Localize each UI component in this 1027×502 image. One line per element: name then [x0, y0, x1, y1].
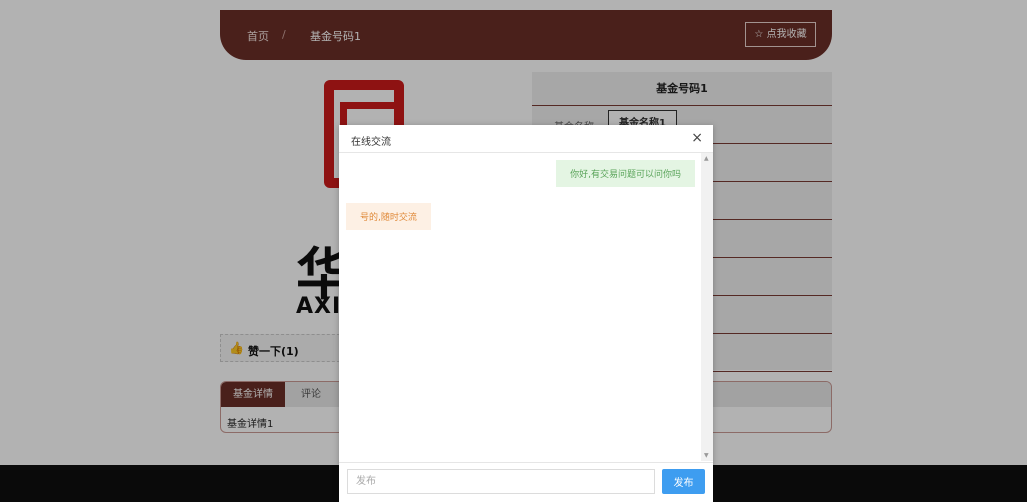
chat-input-bar: 发布 — [339, 462, 713, 502]
chat-message-area: 你好,有交易问题可以问你吗 号的,随时交流 — [339, 153, 701, 461]
chat-dialog: 在线交流 × 你好,有交易问题可以问你吗 号的,随时交流 ▲ ▼ 发布 — [339, 125, 713, 502]
scroll-down-arrow-icon[interactable]: ▼ — [704, 452, 709, 459]
chat-message-received: 号的,随时交流 — [346, 203, 431, 230]
chat-input[interactable] — [347, 469, 655, 494]
close-icon[interactable]: × — [691, 130, 703, 146]
chat-dialog-header: 在线交流 × — [339, 125, 713, 153]
send-button[interactable]: 发布 — [662, 469, 705, 494]
chat-dialog-title: 在线交流 — [351, 137, 391, 148]
chat-scrollbar[interactable]: ▲ ▼ — [701, 153, 713, 461]
scroll-up-arrow-icon[interactable]: ▲ — [704, 155, 709, 162]
chat-message-sent: 你好,有交易问题可以问你吗 — [556, 160, 695, 187]
